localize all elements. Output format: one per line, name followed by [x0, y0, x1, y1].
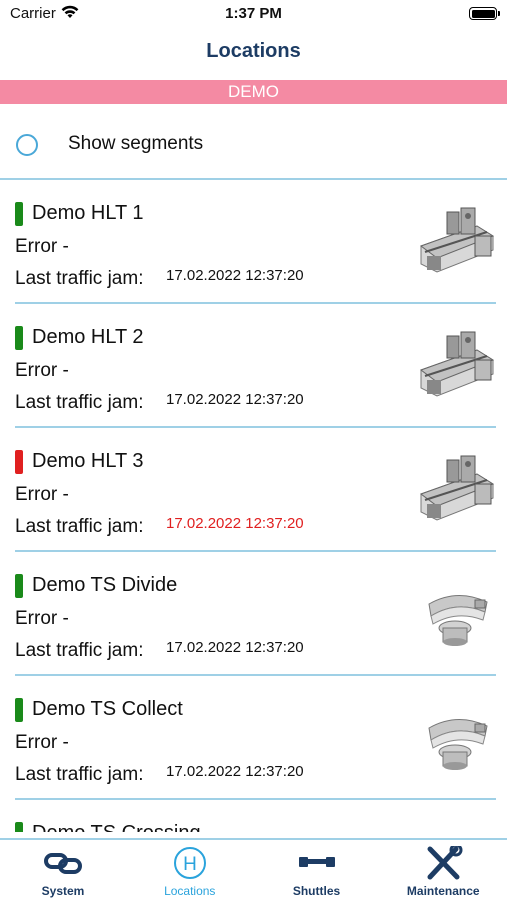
- location-item[interactable]: Demo HLT 1 Error - Last traffic jam: 17.02.…: [0, 180, 507, 304]
- tab-label: System: [41, 884, 85, 898]
- rail-module-thumbnail: [417, 454, 495, 532]
- curve-switch-thumbnail: [417, 578, 495, 656]
- tab-bar: System H Locations Shuttles Maintenance: [0, 838, 507, 900]
- location-name: Demo TS Divide: [32, 574, 178, 596]
- status-indicator: [15, 326, 23, 350]
- location-name: Demo HLT 3: [32, 450, 144, 472]
- location-item[interactable]: Demo HLT 2 Error - Last traffic jam: 17.02.…: [0, 304, 507, 428]
- status-indicator: [15, 202, 23, 226]
- rail-module-thumbnail: [417, 206, 495, 284]
- tab-label: Locations: [164, 884, 216, 898]
- location-item[interactable]: Demo TS Collect Error - Last traffic jam: 1…: [0, 676, 507, 800]
- status-indicator: [15, 698, 23, 722]
- svg-text:H: H: [183, 854, 197, 875]
- tab-label: Maintenance: [406, 884, 480, 898]
- battery-icon: [469, 7, 500, 20]
- location-error: Error -: [15, 484, 69, 505]
- link-icon: [43, 846, 83, 880]
- location-item[interactable]: Demo HLT 3 Error - Last traffic jam: 17.02.…: [0, 428, 507, 552]
- tab-label: Shuttles: [292, 884, 341, 898]
- status-indicator: [15, 450, 23, 474]
- location-name: Demo TS Crossing: [32, 822, 201, 832]
- location-error: Error -: [15, 608, 69, 629]
- last-traffic-jam-time: 17.02.2022 12:37:20: [166, 515, 304, 532]
- tab-maintenance[interactable]: Maintenance: [380, 840, 506, 900]
- location-item[interactable]: Demo TS Divide Error - Last traffic jam: 17…: [0, 552, 507, 676]
- last-traffic-jam-label: Last traffic jam:: [15, 392, 144, 413]
- tab-shuttles[interactable]: Shuttles: [254, 840, 380, 900]
- tools-icon: [423, 843, 463, 880]
- locations-list[interactable]: Demo HLT 1 Error - Last traffic jam: 17.02.…: [0, 180, 507, 832]
- last-traffic-jam-time: 17.02.2022 12:37:20: [166, 763, 304, 780]
- status-indicator: [15, 574, 23, 598]
- last-traffic-jam-label: Last traffic jam:: [15, 268, 144, 289]
- location-item[interactable]: Demo TS Crossing: [0, 800, 507, 832]
- tab-locations[interactable]: H Locations: [127, 840, 253, 900]
- demo-banner: DEMO: [0, 80, 507, 104]
- rail-module-thumbnail: [417, 330, 495, 408]
- status-indicator: [15, 822, 23, 832]
- location-error: Error -: [15, 732, 69, 753]
- last-traffic-jam-time: 17.02.2022 12:37:20: [166, 267, 304, 284]
- location-name: Demo HLT 2: [32, 326, 144, 348]
- radio-button[interactable]: [16, 134, 38, 156]
- location-name: Demo TS Collect: [32, 698, 183, 720]
- tab-system[interactable]: System: [0, 840, 126, 900]
- last-traffic-jam-label: Last traffic jam:: [15, 516, 144, 537]
- location-name: Demo HLT 1: [32, 202, 144, 224]
- last-traffic-jam-time: 17.02.2022 12:37:20: [166, 391, 304, 408]
- last-traffic-jam-label: Last traffic jam:: [15, 764, 144, 785]
- status-time: 1:37 PM: [225, 5, 282, 22]
- shuttle-icon: [297, 846, 337, 880]
- h-circle-icon: H: [170, 846, 210, 880]
- show-segments-toggle[interactable]: Show segments: [0, 128, 507, 162]
- curve-switch-thumbnail: [417, 702, 495, 780]
- show-segments-label: Show segments: [68, 133, 204, 154]
- location-error: Error -: [15, 236, 69, 257]
- last-traffic-jam-label: Last traffic jam:: [15, 640, 144, 661]
- last-traffic-jam-time: 17.02.2022 12:37:20: [166, 639, 304, 656]
- status-bar: Carrier 1:37 PM: [0, 0, 507, 30]
- location-error: Error -: [15, 360, 69, 381]
- page-title: Locations: [206, 40, 301, 62]
